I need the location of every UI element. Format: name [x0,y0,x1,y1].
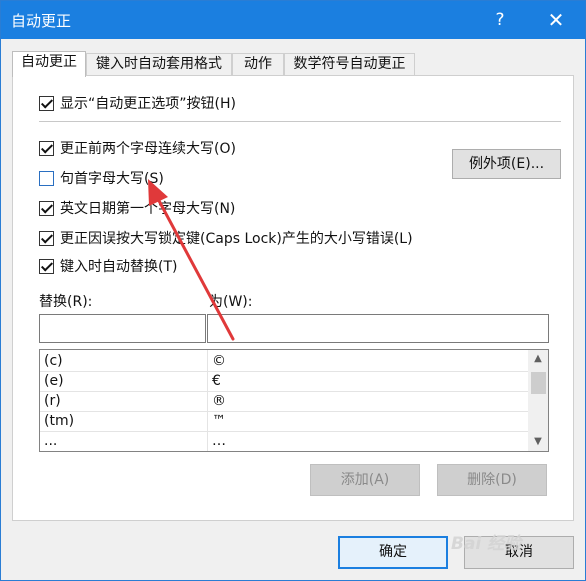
replace-as-you-type-option[interactable]: 键入时自动替换(T) [39,256,177,276]
list-item[interactable]: (tm) ™ [40,412,528,432]
list-item-to: ™ [212,413,226,429]
list-item-to: € [212,373,221,389]
capitalize-day-names-option[interactable]: 英文日期第一个字母大写(N) [39,198,235,218]
two-initial-caps-option[interactable]: 更正前两个字母连续大写(O) [39,138,236,158]
two-initial-caps-checkbox[interactable] [39,140,54,156]
list-item-from: (tm) [44,413,75,429]
delete-button[interactable]: 删除(D) [437,464,547,496]
caps-lock-fix-checkbox[interactable] [39,230,54,246]
show-buttons-option[interactable]: 显示“自动更正选项”按钮(H) [39,93,236,113]
with-label: 为(W): [209,294,253,310]
list-item-from: ... [44,433,58,449]
list-item-from: (r) [44,393,61,409]
caps-lock-fix-option[interactable]: 更正因误按大写锁定键(Caps Lock)产生的大小写错误(L) [39,228,413,248]
list-item-to: ® [212,393,226,409]
watermark: Bai 经验 [451,534,522,554]
caps-lock-fix-label: 更正因误按大写锁定键(Caps Lock)产生的大小写错误(L) [60,231,413,247]
tab-autoformat-as-you-type[interactable]: 键入时自动套用格式 [86,53,232,76]
capitalize-first-letter-option[interactable]: 句首字母大写(S) [39,168,164,188]
scroll-up-icon[interactable]: ▲ [528,350,548,368]
list-item[interactable]: (r) ® [40,392,528,412]
show-buttons-checkbox[interactable] [39,95,54,111]
list-item-to: … [212,433,226,449]
capitalize-first-letter-label: 句首字母大写(S) [60,171,164,187]
ok-button[interactable]: 确定 [338,536,448,569]
list-item[interactable]: (e) € [40,372,528,392]
capitalize-day-names-checkbox[interactable] [39,200,54,216]
replace-as-you-type-label: 键入时自动替换(T) [60,259,178,275]
show-buttons-label: 显示“自动更正选项”按钮(H) [60,96,236,112]
replace-as-you-type-checkbox[interactable] [39,258,54,274]
tab-math-autocorrect[interactable]: 数学符号自动更正 [284,53,415,76]
list-item[interactable]: (c) © [40,352,528,372]
dialog-title: 自动更正 [11,12,72,30]
divider [39,121,561,122]
tab-actions[interactable]: 动作 [232,53,284,76]
list-item-from: (e) [44,373,64,389]
add-button[interactable]: 添加(A) [310,464,420,496]
list-item-from: (c) [44,353,63,369]
column-divider [207,350,208,451]
scroll-thumb[interactable] [531,372,546,394]
list-scrollbar[interactable]: ▲ ▼ [528,350,548,451]
scroll-down-icon[interactable]: ▼ [528,433,548,451]
list-item-to: © [212,353,226,369]
close-icon[interactable]: ✕ [541,5,571,35]
list-item[interactable]: ... … [40,432,528,451]
capitalize-first-letter-checkbox[interactable] [39,170,54,186]
help-icon[interactable]: ? [488,7,512,33]
exceptions-button[interactable]: 例外项(E)... [452,149,561,179]
autocorrect-dialog: 自动更正 ? ✕ 自动更正 键入时自动套用格式 动作 数学符号自动更正 显示“自… [0,0,586,581]
replace-label: 替换(R): [39,294,93,310]
replace-input[interactable] [39,314,206,343]
autocorrect-entries-list[interactable]: (c) © (e) € (r) ® (tm) ™ ... … ▲ ▼ [39,349,549,452]
tab-autocorrect[interactable]: 自动更正 [12,51,86,77]
title-bar[interactable]: 自动更正 ? ✕ [1,1,585,39]
capitalize-day-names-label: 英文日期第一个字母大写(N) [60,201,236,217]
two-initial-caps-label: 更正前两个字母连续大写(O) [60,141,236,157]
with-input[interactable] [207,314,549,343]
